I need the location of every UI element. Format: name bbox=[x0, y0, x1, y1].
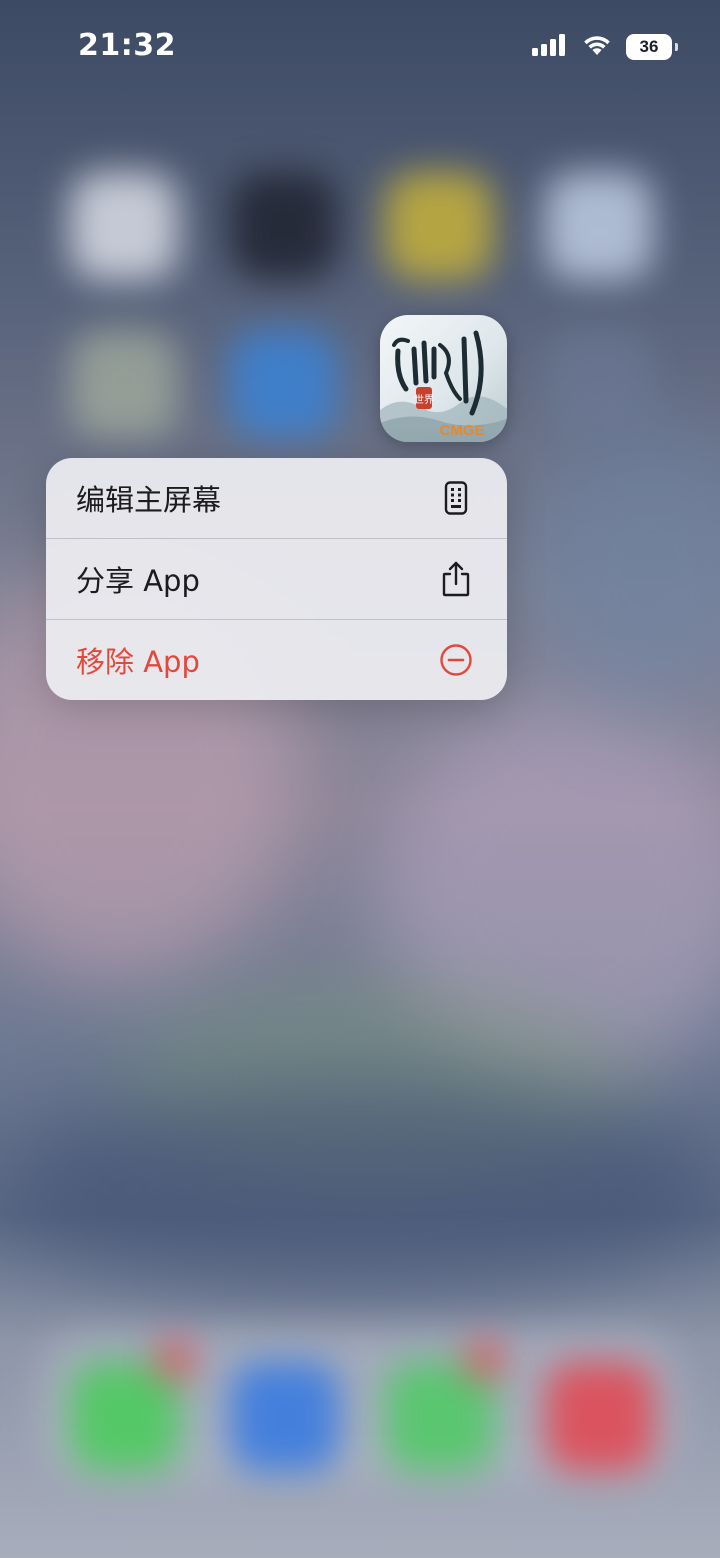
status-time: 21:32 bbox=[78, 28, 176, 63]
app-icon-xianjian[interactable]: 世界 CMGE bbox=[380, 315, 507, 442]
battery-level: 36 bbox=[639, 37, 659, 56]
share-icon bbox=[439, 561, 473, 597]
status-bar: 21:32 36 bbox=[0, 0, 720, 96]
home-screen: 21:32 36 世界 CMGE 编辑主屏幕 分享 App 移除 App bbox=[0, 0, 720, 1558]
menu-item-remove-app[interactable]: 移除 App bbox=[46, 619, 507, 700]
menu-item-share-app[interactable]: 分享 App bbox=[46, 538, 507, 619]
battery-cap bbox=[675, 43, 678, 51]
menu-item-label: 移除 App bbox=[76, 645, 200, 679]
status-icons: 36 bbox=[532, 34, 678, 60]
minus-circle-icon bbox=[439, 643, 473, 677]
cellular-signal-icon bbox=[532, 34, 568, 60]
menu-item-label: 分享 App bbox=[76, 564, 200, 598]
battery-icon: 36 bbox=[626, 34, 678, 60]
wifi-icon bbox=[582, 34, 612, 60]
phone-grid-icon bbox=[439, 481, 473, 515]
menu-item-label: 编辑主屏幕 bbox=[76, 483, 222, 517]
app-context-menu: 编辑主屏幕 分享 App 移除 App bbox=[46, 458, 507, 700]
app-icon-seal: 世界 bbox=[414, 394, 434, 406]
app-icon-brand: CMGE bbox=[440, 422, 485, 439]
menu-item-edit-home-screen[interactable]: 编辑主屏幕 bbox=[46, 458, 507, 538]
